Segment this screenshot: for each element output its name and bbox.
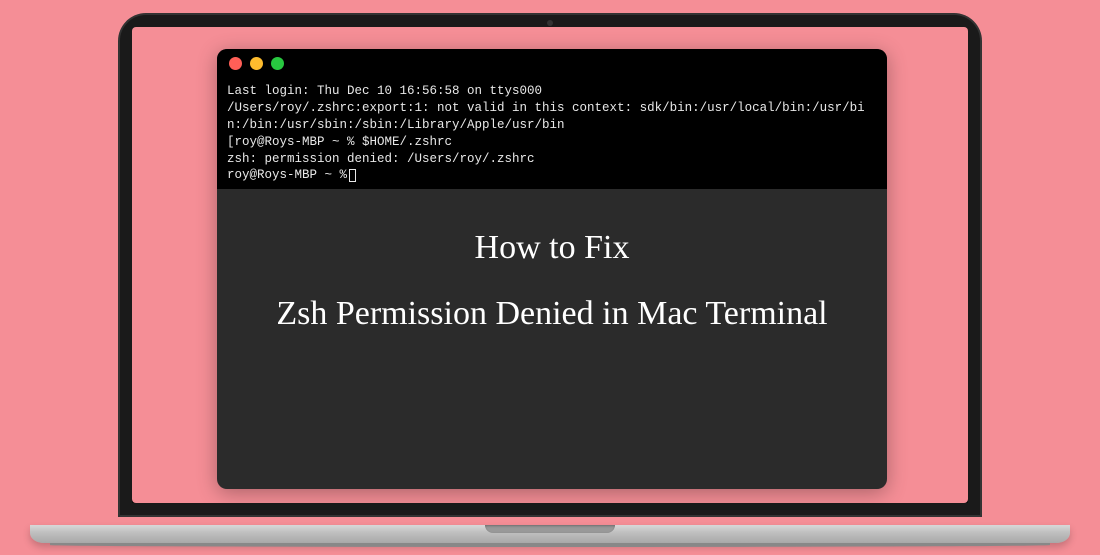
minimize-icon[interactable] [250, 57, 263, 70]
laptop-base [30, 525, 1070, 543]
laptop-camera [547, 20, 553, 26]
terminal-line: [roy@Roys-MBP ~ % $HOME/.zshrc [227, 135, 452, 149]
terminal-line: roy@Roys-MBP ~ % [227, 168, 347, 182]
maximize-icon[interactable] [271, 57, 284, 70]
close-icon[interactable] [229, 57, 242, 70]
title-line-1: How to Fix [217, 229, 887, 267]
terminal-window[interactable]: Last login: Thu Dec 10 16:56:58 on ttys0… [217, 49, 887, 489]
cursor-icon [349, 169, 356, 182]
laptop-frame: Last login: Thu Dec 10 16:56:58 on ttys0… [110, 15, 990, 555]
laptop-screen: Last login: Thu Dec 10 16:56:58 on ttys0… [132, 27, 968, 503]
laptop-screen-bezel: Last login: Thu Dec 10 16:56:58 on ttys0… [120, 15, 980, 515]
terminal-titlebar[interactable] [217, 49, 887, 77]
terminal-line: zsh: permission denied: /Users/roy/.zshr… [227, 152, 535, 166]
laptop-notch [485, 525, 615, 533]
terminal-line: /Users/roy/.zshrc:export:1: not valid in… [227, 101, 865, 132]
terminal-body[interactable]: Last login: Thu Dec 10 16:56:58 on ttys0… [217, 77, 887, 189]
title-overlay: How to Fix Zsh Permission Denied in Mac … [217, 229, 887, 333]
terminal-line: Last login: Thu Dec 10 16:56:58 on ttys0… [227, 84, 542, 98]
title-line-2: Zsh Permission Denied in Mac Terminal [217, 295, 887, 333]
laptop-foot [50, 543, 1050, 547]
